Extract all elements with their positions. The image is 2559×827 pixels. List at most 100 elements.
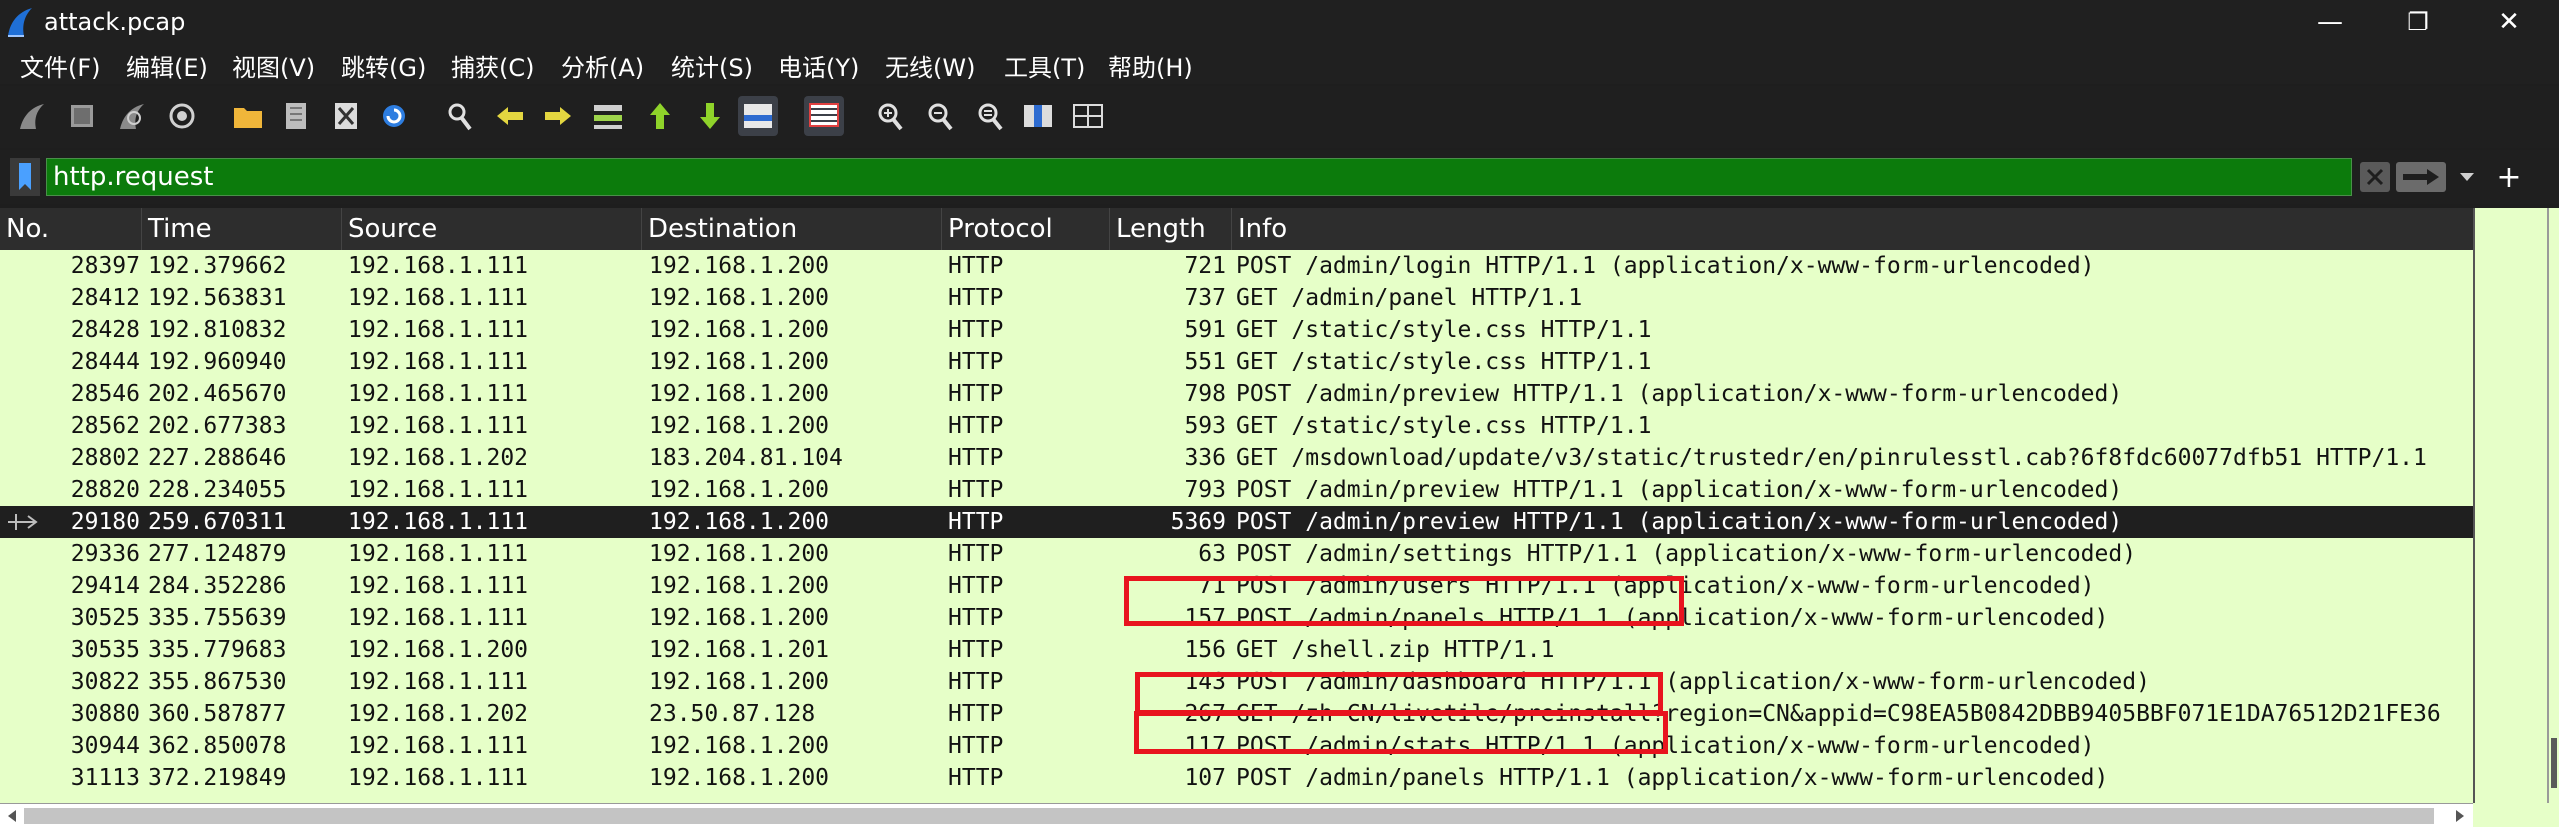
menu-telephony[interactable]: 电话(Y) [778, 48, 859, 83]
menu-analyze[interactable]: 分析(A) [561, 48, 644, 83]
packet-list[interactable]: No. Time Source Destination Protocol Len… [0, 208, 2473, 803]
cell-destination: 192.168.1.200 [649, 477, 830, 503]
column-header-length[interactable]: Length [1110, 208, 1232, 250]
scrollbar-thumb[interactable] [2551, 738, 2557, 788]
horizontal-scroll-thumb[interactable] [24, 808, 2434, 824]
horizontal-scrollbar[interactable] [0, 803, 2473, 827]
add-filter-button[interactable]: + [2494, 160, 2524, 195]
table-row-selected[interactable]: 29180 259.670311 192.168.1.111 192.168.1.20… [0, 506, 2473, 538]
column-header-protocol[interactable]: Protocol [942, 208, 1110, 250]
cell-info: POST /admin/login HTTP/1.1 (application/… [1236, 253, 2095, 279]
save-file-icon[interactable] [276, 96, 316, 136]
cell-protocol: HTTP [948, 605, 1004, 631]
cell-info: GET /admin/panel HTTP/1.1 [1236, 285, 1583, 311]
cell-destination: 192.168.1.200 [649, 253, 830, 279]
cell-source: 192.168.1.200 [348, 637, 529, 663]
zoom-out-icon[interactable] [920, 96, 960, 136]
display-filter-input[interactable] [46, 158, 2352, 196]
table-row[interactable]: 29336 277.124879 192.168.1.111 192.168.1.20… [0, 538, 2473, 570]
colorize-icon[interactable] [804, 96, 844, 136]
table-row[interactable]: 30535 335.779683 192.168.1.200 192.168.1.20… [0, 634, 2473, 666]
apply-filter-arrow-icon[interactable] [2396, 162, 2446, 192]
cell-destination: 192.168.1.200 [649, 605, 830, 631]
normal-size-icon[interactable] [970, 96, 1010, 136]
cell-info: GET /static/style.css HTTP/1.1 [1236, 413, 1652, 439]
menu-go[interactable]: 跳转(G) [341, 48, 426, 83]
window-title: attack.pcap [44, 8, 186, 36]
vertical-scrollbar[interactable] [2473, 208, 2559, 803]
resize-columns-icon[interactable] [1018, 96, 1058, 136]
cell-no: 31113 [70, 765, 140, 791]
cell-no: 29180 [70, 509, 140, 535]
cell-protocol: HTTP [948, 285, 1004, 311]
cell-time: 192.379662 [148, 253, 287, 279]
reload-file-icon[interactable] [374, 96, 414, 136]
table-row[interactable]: 31113 372.219849 192.168.1.111 192.168.1.20… [0, 762, 2473, 794]
cell-protocol: HTTP [948, 477, 1004, 503]
menu-bar: 文件(F) 编辑(E) 视图(V) 跳转(G) 捕获(C) 分析(A) 统计(S… [0, 44, 2559, 84]
zoom-in-icon[interactable] [870, 96, 910, 136]
table-row[interactable]: 28802 227.288646 192.168.1.202 183.204.81.1… [0, 442, 2473, 474]
cell-info: POST /admin/preview HTTP/1.1 (applicatio… [1236, 477, 2123, 503]
menu-statistics[interactable]: 统计(S) [671, 48, 753, 83]
menu-capture[interactable]: 捕获(C) [451, 48, 534, 83]
open-folder-icon[interactable] [228, 96, 268, 136]
go-first-arrow-icon[interactable] [640, 96, 680, 136]
column-header-no[interactable]: No. [0, 208, 142, 250]
menu-help[interactable]: 帮助(H) [1108, 48, 1193, 83]
menu-tools[interactable]: 工具(T) [1004, 48, 1085, 83]
menu-wireless[interactable]: 无线(W) [885, 48, 975, 83]
cell-source: 192.168.1.111 [348, 285, 529, 311]
menu-file[interactable]: 文件(F) [20, 48, 101, 83]
cell-protocol: HTTP [948, 253, 1004, 279]
table-row[interactable]: 28412 192.563831 192.168.1.111 192.168.1.20… [0, 282, 2473, 314]
close-file-icon[interactable] [326, 96, 366, 136]
cell-no: 28444 [70, 349, 140, 375]
restart-fin-icon[interactable] [112, 96, 152, 136]
go-to-packet-icon[interactable] [588, 96, 628, 136]
cell-source: 192.168.1.111 [348, 669, 529, 695]
table-row[interactable]: 28444 192.960940 192.168.1.111 192.168.1.20… [0, 346, 2473, 378]
cell-length: 107 [1184, 765, 1226, 791]
cell-destination: 192.168.1.200 [649, 285, 830, 311]
cell-info: GET /shell.zip HTTP/1.1 [1236, 637, 1555, 663]
table-row[interactable]: 28820 228.234055 192.168.1.111 192.168.1.20… [0, 474, 2473, 506]
column-header-destination[interactable]: Destination [642, 208, 942, 250]
table-row[interactable]: 28397 192.379662 192.168.1.111 192.168.1.20… [0, 250, 2473, 282]
menu-view[interactable]: 视图(V) [232, 48, 315, 83]
scroll-left-arrow-icon[interactable] [2, 806, 22, 826]
chevron-down-icon[interactable] [2454, 164, 2480, 190]
highlight-box-preview-798 [1124, 576, 1684, 626]
column-layout-icon[interactable] [1068, 96, 1108, 136]
capture-options-gear-icon[interactable] [162, 96, 202, 136]
column-header-time[interactable]: Time [142, 208, 342, 250]
cell-no: 30525 [70, 605, 140, 631]
autoscroll-icon[interactable] [738, 96, 778, 136]
find-packet-icon[interactable] [440, 96, 480, 136]
go-back-arrow-icon[interactable] [490, 96, 530, 136]
menu-edit[interactable]: 编辑(E) [126, 48, 208, 83]
main-toolbar [0, 86, 2559, 148]
scroll-right-arrow-icon[interactable] [2450, 806, 2470, 826]
packet-list-header: No. Time Source Destination Protocol Len… [0, 208, 2473, 250]
table-row[interactable]: 28562 202.677383 192.168.1.111 192.168.1.20… [0, 410, 2473, 442]
stop-square-icon[interactable] [62, 96, 102, 136]
cell-protocol: HTTP [948, 349, 1004, 375]
cell-destination: 192.168.1.200 [649, 669, 830, 695]
table-row[interactable]: 28428 192.810832 192.168.1.111 192.168.1.20… [0, 314, 2473, 346]
filter-bookmark-icon[interactable] [10, 158, 40, 196]
cell-destination: 192.168.1.200 [649, 509, 830, 535]
cell-length: 737 [1184, 285, 1226, 311]
go-forward-arrow-icon[interactable] [538, 96, 578, 136]
table-row[interactable]: 28546 202.465670 192.168.1.111 192.168.1.20… [0, 378, 2473, 410]
minimize-button[interactable]: — [2295, 0, 2365, 44]
clear-filter-icon[interactable] [2360, 162, 2390, 192]
column-header-source[interactable]: Source [342, 208, 642, 250]
column-header-info[interactable]: Info [1232, 208, 2473, 250]
cell-no: 30944 [70, 733, 140, 759]
close-button[interactable]: ✕ [2474, 0, 2544, 44]
cell-no: 30535 [70, 637, 140, 663]
shark-fin-start-icon[interactable] [12, 96, 52, 136]
maximize-button[interactable]: ❐ [2383, 0, 2453, 44]
go-last-arrow-icon[interactable] [690, 96, 730, 136]
